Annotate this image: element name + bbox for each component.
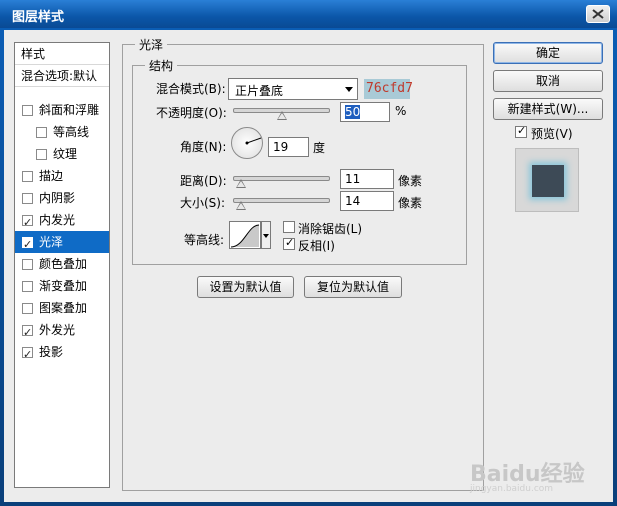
contour-picker[interactable] bbox=[229, 221, 261, 249]
bevel-emboss-checkbox[interactable] bbox=[22, 105, 33, 116]
new-style-button[interactable]: 新建样式(W)... bbox=[493, 98, 603, 120]
invert-label: 反相(I) bbox=[298, 239, 335, 253]
distance-slider-thumb[interactable] bbox=[236, 179, 246, 188]
size-slider[interactable] bbox=[233, 198, 330, 203]
distance-slider[interactable] bbox=[233, 176, 330, 181]
style-item-gradient-overlay[interactable]: 渐变叠加 bbox=[15, 275, 109, 297]
anti-alias-checkbox[interactable] bbox=[283, 221, 295, 233]
size-slider-thumb[interactable] bbox=[236, 201, 246, 210]
contour-label: 等高线: bbox=[184, 233, 225, 247]
contour-checkbox[interactable] bbox=[36, 127, 47, 138]
style-item-label: 光泽 bbox=[39, 235, 64, 249]
size-input[interactable]: 14 bbox=[340, 191, 394, 211]
style-preview bbox=[515, 148, 579, 212]
preview-label: 预览(V) bbox=[531, 127, 573, 141]
preview-checkbox[interactable] bbox=[515, 124, 527, 138]
color-swatch[interactable]: 76cfd7 bbox=[364, 79, 413, 99]
close-icon bbox=[592, 9, 604, 19]
distance-value: 11 bbox=[345, 172, 361, 186]
inner-shadow-checkbox[interactable] bbox=[22, 193, 33, 204]
contour-dropdown-button[interactable] bbox=[261, 221, 271, 249]
structure-group-title: 结构 bbox=[145, 57, 178, 74]
style-item-contour[interactable]: 等高线 bbox=[15, 121, 109, 143]
style-list: 样式 混合选项:默认 斜面和浮雕 等高线 纹理 描边 内阴影 ✓ 内发光 ✓ 光… bbox=[14, 42, 110, 488]
set-default-button[interactable]: 设置为默认值 bbox=[197, 276, 294, 298]
size-value: 14 bbox=[345, 194, 361, 208]
distance-label: 距离(D): bbox=[180, 174, 227, 188]
contour-curve-icon bbox=[230, 224, 260, 248]
angle-value: 19 bbox=[273, 140, 289, 154]
texture-checkbox[interactable] bbox=[36, 149, 47, 160]
blend-mode-select[interactable]: 正片叠底 bbox=[228, 78, 358, 100]
angle-dial[interactable] bbox=[231, 127, 263, 159]
opacity-value: 50 bbox=[345, 105, 361, 119]
window-title: 图层样式 bbox=[12, 10, 65, 25]
angle-label: 角度(N): bbox=[180, 140, 227, 154]
outer-glow-checkbox[interactable] bbox=[22, 322, 33, 344]
blend-mode-label: 混合模式(B): bbox=[156, 82, 226, 96]
gradient-overlay-checkbox[interactable] bbox=[22, 281, 33, 292]
structure-group: 结构 混合模式(B): 正片叠底 76cfd7 不透明度(O): 50 % 角度… bbox=[132, 57, 467, 265]
style-item-drop-shadow[interactable]: 投影 bbox=[15, 341, 109, 366]
satin-checkbox[interactable] bbox=[22, 234, 33, 256]
style-item-label: 投影 bbox=[39, 345, 64, 359]
cancel-button[interactable]: 取消 bbox=[493, 70, 603, 92]
style-item-label: 描边 bbox=[39, 169, 64, 183]
angle-unit: 度 bbox=[313, 141, 326, 155]
style-item-label: 内发光 bbox=[39, 213, 76, 227]
opacity-slider-thumb[interactable] bbox=[276, 111, 287, 120]
angle-input[interactable]: 19 bbox=[268, 137, 309, 157]
style-item-label: 渐变叠加 bbox=[39, 279, 88, 293]
angle-needle-icon bbox=[245, 137, 262, 145]
invert-checkbox[interactable] bbox=[283, 236, 295, 250]
style-item-color-overlay[interactable]: 颜色叠加 bbox=[15, 253, 109, 275]
drop-shadow-checkbox[interactable] bbox=[22, 344, 33, 366]
dialog-body: 样式 混合选项:默认 斜面和浮雕 等高线 纹理 描边 内阴影 ✓ 内发光 ✓ 光… bbox=[4, 30, 613, 502]
chevron-down-icon bbox=[345, 87, 353, 92]
style-item-label: 斜面和浮雕 bbox=[39, 103, 100, 117]
size-label: 大小(S): bbox=[180, 196, 226, 210]
satin-group-title: 光泽 bbox=[135, 36, 168, 53]
close-button[interactable] bbox=[586, 5, 610, 23]
layer-style-dialog: 图层样式 样式 混合选项:默认 斜面和浮雕 等高线 纹理 描边 内阴影 ✓ 内发… bbox=[0, 0, 617, 506]
title-bar[interactable]: 图层样式 bbox=[0, 0, 617, 28]
blend-mode-value: 正片叠底 bbox=[235, 84, 284, 98]
style-item-outer-glow[interactable]: 外发光 bbox=[15, 319, 109, 344]
anti-alias-label: 消除锯齿(L) bbox=[298, 222, 363, 236]
preview-swatch bbox=[532, 165, 564, 197]
style-item-label: 纹理 bbox=[53, 147, 78, 161]
pattern-overlay-checkbox[interactable] bbox=[22, 303, 33, 314]
baidu-watermark: Baidu经验 jingyan.baidu.com bbox=[470, 456, 585, 494]
stroke-checkbox[interactable] bbox=[22, 171, 33, 182]
blend-options-default[interactable]: 混合选项:默认 bbox=[15, 65, 109, 87]
opacity-label: 不透明度(O): bbox=[156, 106, 227, 120]
reset-default-button[interactable]: 复位为默认值 bbox=[304, 276, 402, 298]
style-list-header[interactable]: 样式 bbox=[15, 43, 109, 65]
inner-glow-checkbox[interactable] bbox=[22, 212, 33, 234]
distance-input[interactable]: 11 bbox=[340, 169, 394, 189]
style-item-bevel-emboss[interactable]: 斜面和浮雕 bbox=[15, 99, 109, 121]
color-overlay-checkbox[interactable] bbox=[22, 259, 33, 270]
style-item-stroke[interactable]: 描边 bbox=[15, 165, 109, 187]
distance-unit: 像素 bbox=[398, 174, 423, 188]
satin-group: 光泽 结构 混合模式(B): 正片叠底 76cfd7 不透明度(O): 50 %… bbox=[122, 36, 484, 491]
style-item-texture[interactable]: 纹理 bbox=[15, 143, 109, 165]
opacity-input[interactable]: 50 bbox=[340, 102, 390, 122]
style-item-satin[interactable]: 光泽 bbox=[15, 231, 109, 256]
style-item-inner-glow[interactable]: 内发光 bbox=[15, 209, 109, 234]
style-item-label: 颜色叠加 bbox=[39, 257, 88, 271]
style-item-label: 图案叠加 bbox=[39, 301, 88, 315]
style-item-label: 等高线 bbox=[53, 125, 90, 139]
size-unit: 像素 bbox=[398, 196, 423, 210]
ok-button[interactable]: 确定 bbox=[493, 42, 603, 64]
style-item-label: 外发光 bbox=[39, 323, 76, 337]
style-item-pattern-overlay[interactable]: 图案叠加 bbox=[15, 297, 109, 319]
style-item-label: 内阴影 bbox=[39, 191, 76, 205]
style-item-inner-shadow[interactable]: 内阴影 bbox=[15, 187, 109, 209]
opacity-unit: % bbox=[395, 104, 407, 118]
